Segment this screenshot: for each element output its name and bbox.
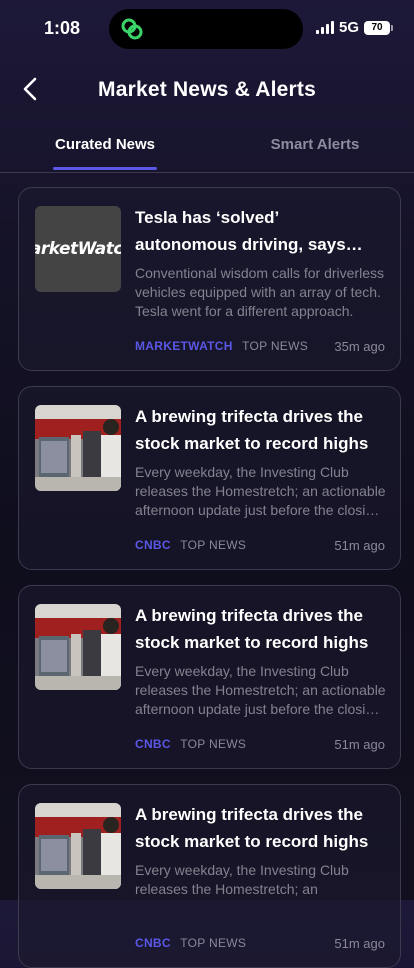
- news-summary: Every weekday, the Investing Club releas…: [135, 862, 349, 897]
- news-age: 35m ago: [334, 339, 385, 354]
- news-meta: CNBC TOP NEWS 51m ago: [135, 538, 385, 553]
- news-summary: Every weekday, the Investing Club releas…: [135, 663, 386, 717]
- store-photo-icon: [35, 405, 121, 491]
- news-thumbnail: MarketWatch: [35, 206, 121, 292]
- news-summary: Conventional wisdom calls for driverless…: [135, 265, 384, 319]
- tab-curated-news[interactable]: Curated News: [0, 136, 210, 153]
- news-source: CNBC: [135, 936, 171, 950]
- news-source: MARKETWATCH: [135, 339, 233, 353]
- tab-smart-alerts[interactable]: Smart Alerts: [210, 136, 414, 153]
- news-source: CNBC: [135, 538, 171, 552]
- status-bar: 1:08 5G 70: [0, 0, 414, 56]
- news-card[interactable]: A brewing trifecta drives the stock mark…: [18, 784, 401, 968]
- news-card[interactable]: A brewing trifecta drives the stock mark…: [18, 585, 401, 769]
- news-category: TOP NEWS: [180, 936, 247, 950]
- dynamic-island: [109, 9, 303, 49]
- news-summary: Every weekday, the Investing Club releas…: [135, 464, 386, 518]
- news-age: 51m ago: [334, 936, 385, 951]
- status-indicators: 5G 70: [315, 19, 393, 36]
- news-thumbnail: [35, 604, 121, 690]
- news-age: 51m ago: [334, 737, 385, 752]
- news-thumbnail: [35, 803, 121, 889]
- tab-bar: Curated News Smart Alerts: [0, 126, 414, 173]
- news-source: CNBC: [135, 737, 171, 751]
- news-headline: A brewing trifecta drives the stock mark…: [135, 805, 369, 851]
- news-headline: Tesla has ‘solved’ autonomous driving, s…: [135, 208, 346, 254]
- news-category: TOP NEWS: [242, 339, 309, 353]
- page-title: Market News & Alerts: [98, 78, 316, 101]
- news-age: 51m ago: [334, 538, 385, 553]
- news-category: TOP NEWS: [180, 737, 247, 751]
- network-label: 5G: [338, 19, 359, 36]
- battery-level: 70: [371, 22, 383, 33]
- news-thumbnail: [35, 405, 121, 491]
- news-card[interactable]: A brewing trifecta drives the stock mark…: [18, 386, 401, 570]
- news-category: TOP NEWS: [180, 538, 247, 552]
- battery-icon: 70: [364, 20, 393, 35]
- news-meta: MARKETWATCH TOP NEWS 35m ago: [135, 339, 385, 354]
- news-headline: A brewing trifecta drives the stock mark…: [135, 407, 369, 453]
- status-time: 1:08: [44, 18, 81, 38]
- news-card[interactable]: MarketWatch Tesla has ‘solved’ autonomou…: [18, 187, 401, 371]
- store-photo-icon: [35, 803, 121, 889]
- active-tab-indicator: [53, 167, 157, 170]
- store-photo-icon: [35, 604, 121, 690]
- signal-icon: [315, 21, 334, 34]
- marketwatch-logo: MarketWatch: [35, 239, 121, 259]
- news-headline: A brewing trifecta drives the stock mark…: [135, 606, 369, 652]
- link-icon: [121, 18, 143, 40]
- nav-bar: Market News & Alerts: [0, 64, 414, 116]
- news-meta: CNBC TOP NEWS 51m ago: [135, 737, 385, 752]
- news-meta: CNBC TOP NEWS 51m ago: [135, 936, 385, 951]
